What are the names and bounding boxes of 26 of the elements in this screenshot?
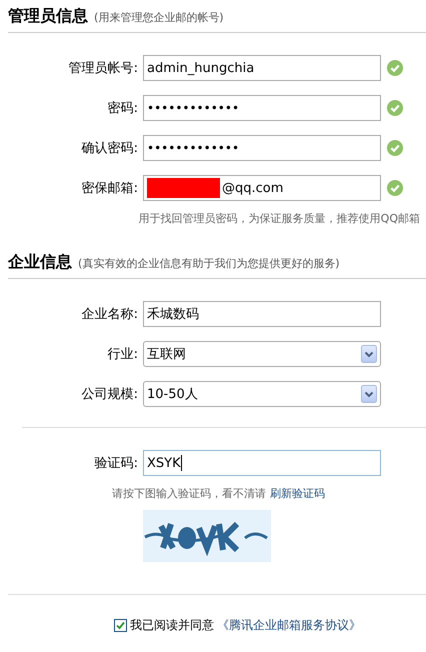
hint-text: 用于找回管理员密码，为保证服务质量，推荐使用QQ邮箱 xyxy=(138,211,420,226)
section-subtitle: (用来管理您企业邮的帐号) xyxy=(94,10,224,25)
input-field[interactable]: XSYK xyxy=(143,450,381,476)
section-title: 企业信息 xyxy=(8,252,72,273)
checkbox[interactable] xyxy=(114,619,127,632)
section-title: 管理员信息 xyxy=(8,6,88,27)
dropdown[interactable]: 10-50人 xyxy=(143,381,381,407)
field-label: 验证码: xyxy=(94,455,139,472)
input-field[interactable]: 禾城数码 xyxy=(143,301,381,327)
dropdown[interactable]: 互联网 xyxy=(143,341,381,367)
field-label: 管理员帐号: xyxy=(68,60,139,77)
input-field[interactable]: admin_hungchia xyxy=(143,55,381,81)
input-field[interactable]: ••••••••••••• xyxy=(143,135,381,161)
input-field[interactable]: @qq.com xyxy=(143,175,381,201)
input-field[interactable]: ••••••••••••• xyxy=(143,95,381,121)
field-label: 企业名称: xyxy=(80,306,139,323)
agreement-text: 我已阅读并同意 xyxy=(130,617,214,634)
agreement-link[interactable]: 《腾讯企业邮箱服务协议》 xyxy=(217,617,361,634)
field-label: 行业: xyxy=(106,346,139,363)
hint-text: 请按下图输入验证码，看不清请 xyxy=(112,486,266,501)
field-label: 密保邮箱: xyxy=(80,180,139,197)
section-subtitle: (真实有效的企业信息有助于我们为您提供更好的服务) xyxy=(78,256,340,271)
field-label: 确认密码: xyxy=(80,140,139,157)
refresh-link[interactable]: 刷新验证码 xyxy=(270,486,325,501)
field-label: 公司规模: xyxy=(80,386,139,403)
field-label: 密码: xyxy=(106,100,139,117)
